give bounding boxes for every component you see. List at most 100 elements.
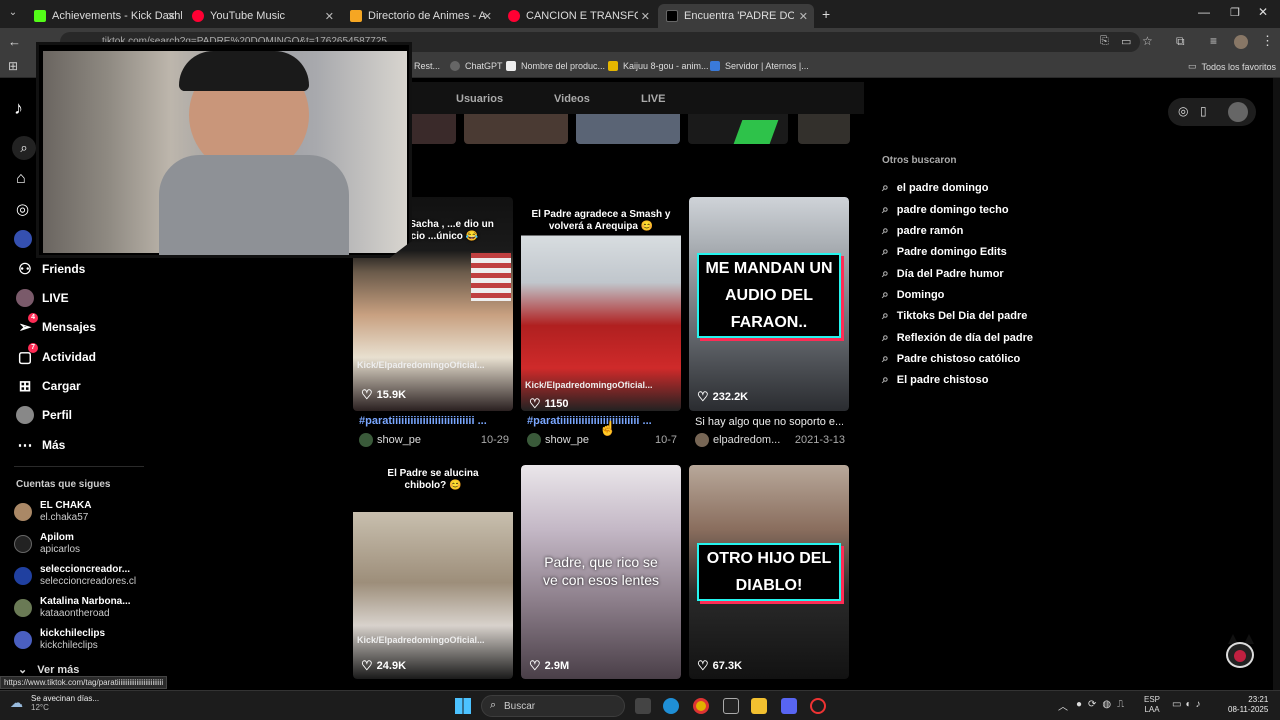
following-account-1[interactable]: Apilom apicarlos — [14, 532, 80, 556]
epic-games-icon[interactable] — [723, 698, 739, 714]
language-indicator[interactable]: ESP LAA — [1144, 695, 1160, 715]
tab-3[interactable]: CANCION E TRANSFORMACIO ✕ — [500, 4, 656, 28]
cast-icon[interactable]: ▭ — [1121, 35, 1131, 48]
apps-grid-icon[interactable]: ⊞ — [8, 59, 18, 73]
page-scrollbar[interactable] — [1273, 78, 1280, 690]
kick-icon — [34, 10, 46, 22]
video-card[interactable]: El Padre se alucina chibolo? 😊 Kick/Elpa… — [353, 465, 513, 679]
sidebar-item-friends[interactable]: ⚇ Friends — [16, 260, 85, 278]
weather-widget[interactable]: ☁ Se avecinan días... 12°C — [10, 694, 99, 712]
file-explorer-icon[interactable] — [751, 698, 767, 714]
tiktok-logo-icon[interactable]: ♪ — [14, 98, 23, 119]
avatar[interactable] — [695, 433, 709, 447]
avatar[interactable] — [359, 433, 373, 447]
see-more-link[interactable]: ⌄ Ver más — [18, 663, 79, 676]
tab-live[interactable]: LIVE — [641, 93, 665, 105]
video-author[interactable]: show_pe — [377, 434, 421, 446]
sidebar-item-live[interactable]: LIVE — [16, 289, 69, 307]
restore-button[interactable]: ❐ — [1230, 6, 1240, 19]
search-icon[interactable]: ⌕ — [12, 136, 36, 160]
sidebar-item-activity[interactable]: ▢ 7 Actividad — [16, 343, 96, 366]
following-account-0[interactable]: EL CHAKA el.chaka57 — [14, 500, 91, 524]
compass-icon[interactable]: ◎ — [1178, 104, 1188, 118]
close-window-button[interactable]: ✕ — [1258, 5, 1268, 19]
related-search-8[interactable]: Padre chistoso católico — [882, 351, 1020, 366]
sidebar-item-profile[interactable]: Perfil — [16, 406, 72, 424]
minimize-button[interactable]: — — [1198, 5, 1210, 19]
edge-icon[interactable] — [663, 698, 679, 714]
back-arrow-icon[interactable]: ← — [8, 34, 21, 49]
video-author[interactable]: elpadredom... — [713, 434, 780, 446]
mobile-icon[interactable]: ▯ — [1200, 104, 1207, 118]
video-description[interactable]: #paratiiiiiiiiiiiiiiiiiiiiiiiiiii ... — [359, 415, 489, 427]
bookmark-3[interactable]: Kaijuu 8-gou - anim... — [608, 61, 709, 71]
home-icon[interactable]: ⌂ — [16, 170, 26, 188]
following-account-2[interactable]: seleccioncreador... seleccioncreadores.cl — [14, 564, 136, 588]
explore-icon[interactable]: ◎ — [16, 200, 29, 218]
profile-avatar[interactable] — [1234, 35, 1248, 49]
tab-users[interactable]: Usuarios — [456, 93, 503, 105]
following-account-3[interactable]: Katalina Narbona... kataaontheroad — [14, 596, 131, 620]
bookmark-4[interactable]: Servidor | Aternos |... — [710, 61, 809, 71]
translate-icon[interactable]: ⎘ — [1100, 35, 1109, 48]
video-thumb-partial[interactable] — [688, 114, 788, 144]
video-card[interactable]: ME MANDAN UN AUDIO DEL FARAON.. 232.2K — [689, 197, 849, 411]
sidebar-item-messages[interactable]: ➢ 4 Mensajes — [16, 313, 96, 336]
related-search-6[interactable]: Tiktoks Del Dia del padre — [882, 308, 1028, 323]
video-author[interactable]: show_pe — [545, 434, 589, 446]
video-thumb-partial[interactable] — [798, 114, 850, 144]
bookmark-2[interactable]: Nombre del produc... — [506, 61, 605, 71]
related-search-9[interactable]: El padre chistoso — [882, 372, 989, 387]
video-thumb-partial[interactable] — [576, 114, 680, 144]
opera-gx-icon[interactable] — [810, 698, 826, 714]
taskbar-search[interactable]: ⌕ Buscar — [481, 695, 625, 717]
related-search-0[interactable]: el padre domingo — [882, 180, 989, 195]
sidebar-item-more[interactable]: ⋯ Más — [16, 436, 66, 454]
video-card[interactable]: Padre, que rico se ve con esos lentes 2.… — [521, 465, 681, 679]
new-tab-button[interactable]: + — [822, 6, 830, 22]
close-icon[interactable]: ✕ — [325, 10, 334, 23]
tab-0[interactable]: Achievements - Kick Dashboard ✕ — [26, 4, 182, 28]
related-search-2[interactable]: padre ramón — [882, 223, 964, 238]
discord-icon[interactable] — [781, 698, 797, 714]
close-icon[interactable]: ✕ — [167, 10, 176, 23]
avatar[interactable] — [527, 433, 541, 447]
bookmark-0[interactable]: Rest... — [414, 61, 440, 71]
video-card[interactable]: OTRO HIJO DEL DIABLO! 67.3K — [689, 465, 849, 679]
related-search-7[interactable]: Reflexión de día del padre — [882, 330, 1033, 345]
menu-kebab-icon[interactable]: ⋮ — [1261, 33, 1274, 49]
user-avatar[interactable] — [1228, 102, 1248, 122]
tray-chevron-icon[interactable]: ︿ — [1058, 698, 1068, 713]
close-icon[interactable]: ✕ — [799, 10, 808, 23]
all-bookmarks[interactable]: ▭ Todos los favoritos — [1188, 61, 1276, 72]
tab-videos[interactable]: Videos — [554, 93, 590, 105]
bookmark-1[interactable]: ChatGPT — [450, 61, 503, 71]
close-icon[interactable]: ✕ — [641, 10, 650, 23]
video-thumb-partial[interactable] — [464, 114, 568, 144]
system-tray-icons[interactable]: ▭◐♪ — [1172, 699, 1205, 710]
extensions-icon[interactable]: ⧉ — [1176, 34, 1185, 49]
tab-2[interactable]: Directorio de Animes - AnimeFL ✕ — [342, 4, 498, 28]
sidebar-item-upload[interactable]: ⊞ Cargar — [16, 377, 81, 395]
weather-temp: 12°C — [31, 703, 49, 712]
video-thumb-partial[interactable] — [408, 114, 456, 144]
tab-1[interactable]: YouTube Music ✕ — [184, 4, 340, 28]
related-search-5[interactable]: Domingo — [882, 287, 945, 302]
following-icon[interactable] — [14, 230, 32, 248]
bookmark-star-icon[interactable]: ☆ — [1142, 34, 1153, 48]
close-icon[interactable]: ✕ — [483, 10, 492, 23]
tab-4[interactable]: Encuentra 'PADRE DOMINGO' e ✕ — [658, 4, 814, 28]
task-view-icon[interactable] — [635, 698, 651, 714]
video-description[interactable]: Si hay algo que no soporto e... — [695, 416, 843, 428]
chrome-icon[interactable] — [693, 698, 709, 714]
following-account-4[interactable]: kickchileclips kickchileclips — [14, 628, 105, 652]
windows-start-icon[interactable] — [455, 698, 471, 714]
related-search-4[interactable]: Día del Padre humor — [882, 266, 1004, 281]
clock[interactable]: 23:21 08-11-2025 — [1228, 695, 1268, 715]
tab-search-icon[interactable]: ⌄ — [6, 7, 20, 21]
related-search-3[interactable]: Padre domingo Edits — [882, 244, 1007, 259]
related-search-1[interactable]: padre domingo techo — [882, 202, 1009, 217]
like-count: 24.9K — [361, 658, 406, 674]
media-controls-icon[interactable]: ≡ — [1210, 34, 1217, 48]
video-description[interactable]: #paratiiiiiiiiiiiiiiiiiiiiiiiiii ... — [527, 415, 653, 427]
